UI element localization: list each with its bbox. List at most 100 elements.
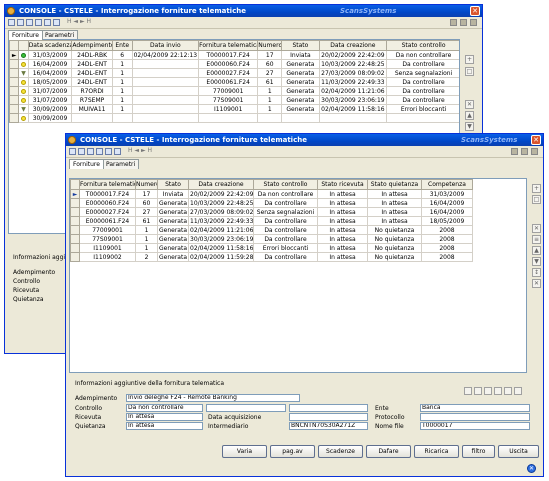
- filtro-button[interactable]: filtro: [462, 445, 495, 458]
- info-remove-icon[interactable]: [514, 387, 522, 395]
- front-title-bar[interactable]: CONSOLE - CSTELE - Interrogazione fornit…: [66, 134, 543, 146]
- row-selector[interactable]: [9, 68, 20, 78]
- table-row[interactable]: 77009001 1 Generata 02/04/2009 11:21:06 Da c…: [70, 225, 473, 235]
- row-selector[interactable]: [70, 207, 80, 217]
- refresh-icon[interactable]: [53, 19, 60, 26]
- table-row[interactable]: 77S09001 1 Generata 30/03/2009 23:06:19 Da c…: [70, 234, 473, 244]
- front-close-button[interactable]: ✕: [531, 135, 541, 145]
- back-add-icon[interactable]: +: [465, 55, 474, 64]
- info-calc-icon[interactable]: [484, 387, 492, 395]
- back-col-header[interactable]: Adempimento: [71, 40, 113, 51]
- new-icon[interactable]: [69, 148, 76, 155]
- back-close-button[interactable]: ✕: [470, 6, 480, 16]
- row-selector[interactable]: [70, 243, 80, 253]
- back-col-header[interactable]: Data creazione: [318, 40, 388, 51]
- print-icon[interactable]: [35, 19, 42, 26]
- front-up-icon[interactable]: ▲: [532, 246, 541, 255]
- save-icon[interactable]: [26, 19, 33, 26]
- export-icon[interactable]: [105, 148, 112, 155]
- status-close-icon[interactable]: ✕: [527, 464, 536, 473]
- quietanza-field[interactable]: In attesa: [126, 422, 203, 430]
- settings-icon[interactable]: [511, 148, 518, 155]
- row-selector[interactable]: [9, 77, 20, 87]
- info-copy-icon[interactable]: [474, 387, 482, 395]
- open-icon[interactable]: [78, 148, 85, 155]
- new-icon[interactable]: [8, 19, 15, 26]
- info-search-icon[interactable]: [494, 387, 502, 395]
- refresh-icon[interactable]: [114, 148, 121, 155]
- back-record-nav[interactable]: H ◄ ► H: [67, 18, 91, 25]
- row-selector[interactable]: [70, 234, 80, 244]
- row-selector[interactable]: [9, 59, 20, 69]
- back-title-bar[interactable]: CONSOLE - CSTELE - Interrogazione fornit…: [5, 5, 482, 17]
- front-col-header[interactable]: Stato: [157, 179, 189, 190]
- table-row[interactable]: 18/05/2009 24DL-ENT 1 E0000061.F24 61 Generat…: [9, 77, 459, 87]
- front-col-header[interactable]: Data creazione: [188, 179, 254, 190]
- table-row[interactable]: 31/07/2009 R7ORDI 1 77009001 1 Generata 02/04/…: [9, 86, 459, 96]
- save-icon[interactable]: [87, 148, 94, 155]
- front-col-header[interactable]: Competenza: [421, 179, 473, 190]
- front-add-icon[interactable]: +: [532, 184, 541, 193]
- table-row[interactable]: E0000060.F24 60 Generata 10/03/2009 22:48:2…: [70, 198, 473, 208]
- controllo-field[interactable]: Da non controllare: [126, 404, 203, 412]
- tools-icon[interactable]: [460, 19, 467, 26]
- back-col-header[interactable]: Numero: [257, 40, 283, 51]
- table-row[interactable]: 31/07/2009 R7SEMP 1 77S09001 1 Generata 30/03/…: [9, 95, 459, 105]
- front-tab-parametri[interactable]: Parametri: [102, 159, 140, 169]
- help-icon[interactable]: [470, 19, 477, 26]
- export-icon[interactable]: [44, 19, 51, 26]
- table-row[interactable]: 30/09/2009: [9, 113, 459, 123]
- table-row[interactable]: I1109002 2 Generata 02/04/2009 11:59:28 Da c…: [70, 252, 473, 262]
- table-row[interactable]: ► T0000017.F24 17 Inviata 20/02/2009 22:42:0…: [70, 189, 473, 199]
- varia-button[interactable]: Varia: [222, 445, 267, 458]
- info-add-icon[interactable]: [504, 387, 512, 395]
- front-col-header[interactable]: Stato ricevuta: [317, 179, 368, 190]
- info-print-icon[interactable]: [464, 387, 472, 395]
- front-record-nav[interactable]: H ◄ ► H: [128, 147, 152, 154]
- extra-field-1[interactable]: [206, 404, 286, 412]
- back-col-header[interactable]: Data invio: [131, 40, 200, 51]
- intermediario-field[interactable]: BNCNTN70S30A271Z: [289, 422, 368, 430]
- open-icon[interactable]: [17, 19, 24, 26]
- table-row[interactable]: I1109001 1 Generata 02/04/2009 11:58:16 Erro…: [70, 243, 473, 253]
- front-copy-icon[interactable]: □: [532, 195, 541, 204]
- back-col-header[interactable]: Fornitura telematica: [198, 40, 259, 51]
- row-selector[interactable]: [70, 198, 80, 208]
- back-delete-icon[interactable]: ✕: [465, 100, 474, 109]
- table-row[interactable]: ▼ 30/09/2009 MUIVA11 1 I1109001 1 Generata 02/0…: [9, 104, 459, 114]
- table-row[interactable]: ▼ 16/04/2009 24DL-ENT 1 E0000027.F24 27 Genera…: [9, 68, 459, 78]
- back-down-icon[interactable]: ▼: [465, 122, 474, 131]
- row-selector[interactable]: [9, 95, 20, 105]
- ricarica-button[interactable]: Ricarica: [414, 445, 459, 458]
- row-selector[interactable]: ►: [70, 189, 80, 199]
- back-col-header[interactable]: Data scadenza: [27, 40, 73, 51]
- row-selector[interactable]: [70, 225, 80, 235]
- row-selector[interactable]: [70, 252, 80, 262]
- front-delete-icon[interactable]: ✕: [532, 224, 541, 233]
- front-col-header[interactable]: Stato quietanza: [367, 179, 422, 190]
- back-col-header[interactable]: Stato controllo: [386, 40, 459, 51]
- protocollo-field[interactable]: [420, 413, 530, 421]
- uscita-button[interactable]: Uscita: [498, 445, 539, 458]
- row-selector[interactable]: ►: [9, 50, 20, 60]
- front-col-header[interactable]: Numero: [135, 179, 158, 190]
- row-selector[interactable]: [70, 216, 80, 226]
- front-filter-icon[interactable]: ≡: [532, 235, 541, 244]
- front-down-icon[interactable]: ▼: [532, 257, 541, 266]
- table-row[interactable]: 16/04/2009 24DL-ENT 1 E0000060.F24 60 Generat…: [9, 59, 459, 69]
- extra-field-2[interactable]: [289, 404, 368, 412]
- table-row[interactable]: ► 31/03/2009 24DL-RBK 6 02/04/2009 22:12:13 T…: [9, 50, 459, 60]
- row-selector[interactable]: [9, 113, 20, 123]
- back-col-header[interactable]: Ente: [111, 40, 133, 51]
- print-icon[interactable]: [96, 148, 103, 155]
- pag-av-button[interactable]: pag.av: [270, 445, 315, 458]
- row-selector[interactable]: [9, 104, 20, 114]
- settings-icon[interactable]: [450, 19, 457, 26]
- back-tab-forniture[interactable]: Forniture: [8, 30, 43, 40]
- ente-field[interactable]: Banca: [420, 404, 530, 412]
- ricevuta-field[interactable]: In attesa: [126, 413, 203, 421]
- adempimento-field[interactable]: Invio deleghe F24 - Remote Banking: [126, 394, 300, 402]
- front-close-list-icon[interactable]: ✕: [532, 279, 541, 288]
- front-col-header[interactable]: Stato controllo: [253, 179, 318, 190]
- front-tab-forniture[interactable]: Forniture: [69, 159, 104, 169]
